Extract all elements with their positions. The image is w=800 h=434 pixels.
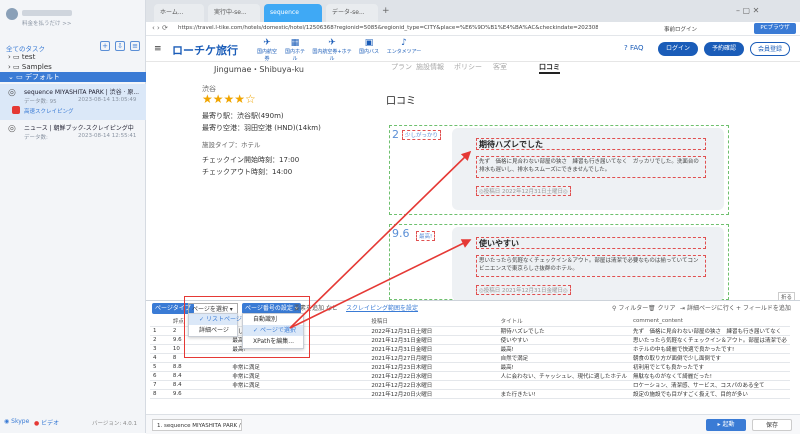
- arrow-to-first-title: [289, 150, 472, 329]
- arrow-to-second-title: [289, 239, 472, 329]
- annotation-arrows: [289, 150, 472, 329]
